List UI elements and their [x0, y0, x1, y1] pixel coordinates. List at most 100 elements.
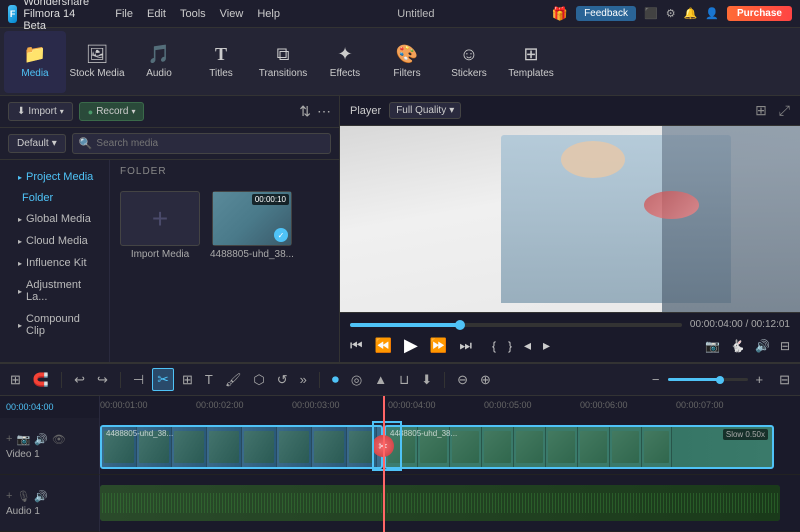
menu-tools[interactable]: Tools [180, 8, 206, 20]
video-add-icon[interactable]: + [6, 433, 12, 446]
skip-to-start-button[interactable]: ⏮ [350, 337, 363, 354]
mark-out-icon[interactable]: } [508, 339, 512, 353]
sidebar-item-influence-kit[interactable]: ▸ Influence Kit [0, 252, 109, 274]
speed-icon[interactable]: ↺ [273, 370, 292, 390]
quality-select[interactable]: Full Quality ▾ [389, 102, 461, 119]
tl-tool-3[interactable]: ▲ [370, 370, 391, 389]
import-button[interactable]: ⬇ Import ▾ [8, 102, 73, 121]
camera-tl-icon[interactable]: ◎ [347, 370, 366, 390]
main-content: ⬇ Import ▾ ● Record ▾ ⇅ ⋯ Default ▾ 🔍 [0, 96, 800, 362]
undo-button[interactable]: ↩ [70, 370, 89, 390]
tool-media[interactable]: 📁 Media [4, 31, 66, 93]
step-back-button[interactable]: ⏪ [375, 337, 392, 354]
zoom-in-icon[interactable]: + [752, 370, 768, 389]
redo-button[interactable]: ↪ [93, 370, 112, 390]
text-tool-icon[interactable]: T [201, 370, 217, 389]
gift-icon[interactable]: 🎁 [552, 6, 568, 22]
crop-icon[interactable]: ⊞ [178, 370, 197, 390]
play-button[interactable]: ▶ [404, 335, 418, 356]
purchase-button[interactable]: Purchase [727, 6, 792, 21]
tool-stickers[interactable]: ☺ Stickers [438, 31, 500, 93]
progress-handle[interactable] [455, 320, 465, 330]
fullscreen-icon[interactable]: ⤢ [779, 102, 790, 119]
progress-bar[interactable] [350, 323, 682, 327]
search-input[interactable] [96, 138, 324, 149]
title-bar: F Wondershare Filmora 14 Beta File Edit … [0, 0, 800, 28]
video-clip-left[interactable]: 4488805-uhd_38... [100, 425, 383, 469]
menu-view[interactable]: View [220, 8, 244, 20]
sort-icon[interactable]: ⇅ [299, 103, 311, 120]
speed-icon[interactable]: 🐇 [730, 339, 745, 353]
tool-audio[interactable]: 🎵 Audio [128, 31, 190, 93]
film-frame-6 [277, 427, 312, 467]
cut-marker[interactable]: ✂ [372, 435, 394, 457]
more-options-icon[interactable]: ⋯ [317, 103, 331, 120]
feedback-button[interactable]: Feedback [576, 6, 636, 21]
sidebar-item-project-media[interactable]: ▸ Project Media [0, 166, 109, 188]
tl-tool-5[interactable]: ⬇ [417, 370, 436, 390]
audio-settings-icon[interactable]: ⊟ [780, 339, 790, 353]
tl-tool-6[interactable]: ⊖ [453, 370, 472, 390]
tool-transitions[interactable]: ⧉ Transitions [252, 31, 314, 93]
tool-stock-media[interactable]: 🖼 Stock Media [66, 31, 128, 93]
video-track-content[interactable]: 4488805-uhd_38... [100, 418, 800, 475]
import-media-thumb[interactable]: + [120, 191, 200, 246]
add-track-icon[interactable]: ⊞ [6, 370, 25, 390]
zoom-slider[interactable] [668, 378, 748, 381]
timeline-settings-icon[interactable]: ⊟ [775, 370, 794, 390]
audio-clip[interactable] [100, 485, 780, 521]
minimize-icon[interactable]: ⬛ [644, 7, 658, 20]
audio-mic-icon[interactable]: 🎙 [16, 490, 30, 503]
snapshot-icon[interactable]: 📷 [705, 339, 720, 353]
step-forward-button[interactable]: ⏩ [430, 337, 447, 354]
sidebar-item-compound-clip[interactable]: ▸ Compound Clip [0, 308, 109, 342]
video-eye-icon[interactable]: 👁 [52, 433, 66, 446]
tool-effects[interactable]: ✦ Effects [314, 31, 376, 93]
mark-in-icon[interactable]: { [492, 339, 496, 353]
audio-mute-icon[interactable]: 🔊 [34, 490, 48, 503]
media-file-thumb[interactable]: 00:00:10 ✓ [212, 191, 292, 246]
video-track-header: + 📷 🔊 👁 Video 1 [0, 418, 100, 475]
record-button[interactable]: ● Record ▾ [79, 102, 145, 121]
grid-icon[interactable]: ⊞ [755, 102, 767, 119]
tool-filters[interactable]: 🎨 Filters [376, 31, 438, 93]
menu-edit[interactable]: Edit [147, 8, 166, 20]
magnet-icon[interactable]: 🧲 [29, 370, 53, 390]
video-camera-icon[interactable]: 📷 [16, 433, 30, 446]
prev-mark-button[interactable]: ◂ [524, 337, 531, 354]
notification-icon[interactable]: 🔔 [684, 7, 698, 20]
volume-icon[interactable]: 🔊 [755, 339, 770, 353]
more-tools-icon[interactable]: » [296, 370, 311, 389]
audio-add-icon[interactable]: + [6, 490, 12, 503]
sidebar-item-folder[interactable]: Folder [0, 188, 109, 208]
timeline-ruler[interactable]: 00:00:01:00 00:00:02:00 00:00:03:00 00:0… [100, 396, 800, 418]
next-mark-button[interactable]: ▸ [543, 337, 550, 354]
transform-icon[interactable]: ⬡ [249, 370, 268, 390]
sidebar-item-global-media[interactable]: ▸ Global Media [0, 208, 109, 230]
cut-tool-button[interactable]: ✂ [152, 368, 174, 391]
audio-track-content[interactable] [100, 475, 800, 532]
tl-tool-4[interactable]: ⊔ [395, 370, 413, 390]
import-media-item[interactable]: + Import Media [120, 191, 200, 260]
skip-to-end-button[interactable]: ⏭ [459, 337, 472, 354]
media-file-item[interactable]: 00:00:10 ✓ 4488805-uhd_38... [210, 191, 294, 260]
default-dropdown[interactable]: Default ▾ [8, 134, 66, 153]
sidebar-item-cloud-media[interactable]: ▸ Cloud Media [0, 230, 109, 252]
sidebar-item-adjustment[interactable]: ▸ Adjustment La... [0, 274, 109, 308]
video-speaker-icon[interactable]: 🔊 [34, 433, 48, 446]
paint-icon[interactable]: 🖌 [221, 370, 246, 390]
tl-tool-7[interactable]: ⊕ [476, 370, 495, 390]
settings-icon[interactable]: ⚙ [666, 7, 676, 20]
tool-templates[interactable]: ⊞ Templates [500, 31, 562, 93]
tool-titles-label: Titles [209, 68, 233, 79]
film-frame-r8 [610, 427, 642, 467]
film-frame-5 [242, 427, 277, 467]
split-icon[interactable]: ⊣ [129, 370, 148, 390]
user-icon[interactable]: 👤 [705, 7, 719, 20]
zoom-out-icon[interactable]: − [648, 370, 664, 389]
menu-help[interactable]: Help [257, 8, 280, 20]
record-tl-icon[interactable]: ⏺ [328, 369, 343, 390]
video-clip-right[interactable]: 4488805-uhd_38... Slow 0.50x [384, 425, 774, 469]
tool-titles[interactable]: T Titles [190, 31, 252, 93]
menu-file[interactable]: File [115, 8, 133, 20]
